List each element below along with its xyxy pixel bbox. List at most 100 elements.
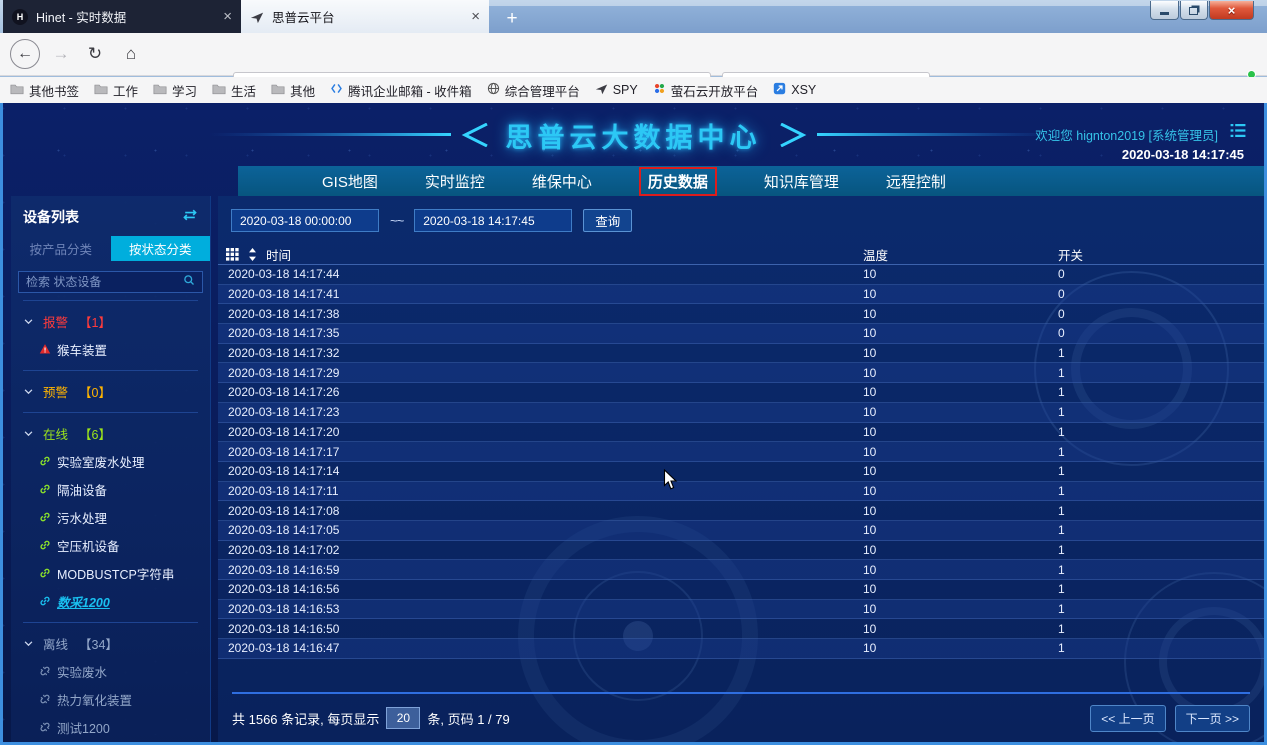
tab-close-icon[interactable]: ×: [223, 8, 232, 25]
bookmarks-bar: 其他书签 工作学习生活 其他腾讯企业邮箱 - 收件箱综合管理平台 SPY 萤石云开放平台…: [0, 77, 1267, 103]
nav-tab-5[interactable]: 知识库管理: [764, 171, 839, 192]
end-datetime-input[interactable]: [414, 209, 572, 232]
device-item[interactable]: 猴车装置: [11, 335, 210, 363]
device-group-header[interactable]: 预警【0】: [11, 378, 210, 405]
table-row[interactable]: 2020-03-18 14:16:50101: [218, 619, 1264, 639]
bookmark-item[interactable]: 其他书签: [10, 81, 79, 100]
table-row[interactable]: 2020-03-18 14:17:35100: [218, 324, 1264, 344]
sidebar-tabs: 按产品分类 按状态分类: [11, 236, 210, 261]
table-row[interactable]: 2020-03-18 14:17:11101: [218, 482, 1264, 502]
nav-tab-3[interactable]: 维保中心: [532, 171, 592, 192]
device-item[interactable]: 空压机设备: [11, 531, 210, 559]
nav-tab-6[interactable]: 远程控制: [886, 171, 946, 192]
home-button[interactable]: ⌂: [118, 41, 144, 67]
table-cell: 1: [1058, 582, 1264, 596]
device-item[interactable]: 实验室废水处理: [11, 447, 210, 475]
nav-tab-2[interactable]: 实时监控: [425, 171, 485, 192]
nav-tab-4[interactable]: 历史数据: [639, 167, 717, 196]
table-row[interactable]: 2020-03-18 14:16:53101: [218, 600, 1264, 620]
table-row[interactable]: 2020-03-18 14:17:17101: [218, 442, 1264, 462]
bookmark-item[interactable]: XSY: [773, 82, 816, 98]
table-cell: 2020-03-18 14:17:05: [218, 523, 863, 537]
table-row[interactable]: 2020-03-18 14:16:59101: [218, 560, 1264, 580]
start-datetime-input[interactable]: [231, 209, 379, 232]
bookmark-item[interactable]: 生活: [212, 81, 256, 100]
next-page-button[interactable]: 下一页 >>: [1175, 705, 1250, 732]
table-cell: 10: [863, 366, 1058, 380]
table-row[interactable]: 2020-03-18 14:17:32101: [218, 344, 1264, 364]
bookmark-item[interactable]: SPY: [595, 82, 638, 98]
bookmark-label: SPY: [613, 83, 638, 97]
browser-tab-active[interactable]: 思普云平台 ×: [241, 0, 489, 33]
back-button[interactable]: ←: [10, 39, 40, 69]
table-row[interactable]: 2020-03-18 14:17:26101: [218, 383, 1264, 403]
nav-tab-1[interactable]: GIS地图: [322, 171, 378, 192]
tab-by-product[interactable]: 按产品分类: [11, 236, 111, 261]
device-label: 猴车装置: [57, 340, 107, 359]
device-search-box[interactable]: [18, 271, 203, 293]
bookmark-item[interactable]: 学习: [153, 81, 197, 100]
device-item[interactable]: 热力氧化装置: [11, 685, 210, 713]
swap-icon[interactable]: [182, 208, 198, 226]
current-datetime: 2020-03-18 14:17:45: [1122, 147, 1244, 162]
device-item[interactable]: 测试200: [11, 741, 210, 745]
table-row[interactable]: 2020-03-18 14:16:56101: [218, 580, 1264, 600]
table-row[interactable]: 2020-03-18 14:17:29101: [218, 363, 1264, 383]
table-row[interactable]: 2020-03-18 14:17:38100: [218, 304, 1264, 324]
column-header-temperature[interactable]: 温度: [863, 245, 1058, 264]
device-item[interactable]: 实验废水: [11, 657, 210, 685]
table-row[interactable]: 2020-03-18 14:17:08101: [218, 501, 1264, 521]
table-row[interactable]: 2020-03-18 14:17:14101: [218, 462, 1264, 482]
list-menu-icon[interactable]: [1230, 124, 1246, 142]
bookmark-label: 其他: [290, 81, 315, 100]
bookmark-item[interactable]: 其他: [271, 81, 315, 100]
tab-close-icon[interactable]: ×: [471, 8, 480, 25]
bookmark-item[interactable]: 综合管理平台: [487, 81, 580, 100]
restore-button[interactable]: [1180, 1, 1208, 20]
column-header-switch[interactable]: 开关: [1058, 245, 1264, 264]
minimize-button[interactable]: [1150, 1, 1179, 20]
device-item[interactable]: 污水处理: [11, 503, 210, 531]
bookmark-label: 工作: [113, 81, 138, 100]
browser-tab-inactive[interactable]: H Hinet - 实时数据 ×: [3, 0, 241, 33]
device-item[interactable]: 数采1200: [11, 587, 210, 615]
table-cell: 0: [1058, 326, 1264, 340]
table-cell: 1: [1058, 464, 1264, 478]
prev-page-button[interactable]: << 上一页: [1090, 705, 1165, 732]
column-header-time[interactable]: 时间: [266, 245, 291, 264]
new-tab-button[interactable]: +: [499, 7, 525, 31]
columns-grid-icon[interactable]: [226, 248, 239, 261]
table-row[interactable]: 2020-03-18 14:17:02101: [218, 541, 1264, 561]
table-row[interactable]: 2020-03-18 14:17:23101: [218, 403, 1264, 423]
page-size-input[interactable]: [386, 707, 420, 729]
sort-icon[interactable]: [248, 248, 257, 261]
bookmark-item[interactable]: 工作: [94, 81, 138, 100]
close-button[interactable]: ×: [1209, 1, 1254, 20]
device-item[interactable]: MODBUSTCP字符串: [11, 559, 210, 587]
device-label: 实验室废水处理: [57, 452, 145, 471]
table-row[interactable]: 2020-03-18 14:17:41100: [218, 285, 1264, 305]
table-row[interactable]: 2020-03-18 14:17:20101: [218, 423, 1264, 443]
reload-button[interactable]: ↻: [82, 41, 108, 67]
device-label: 隔油设备: [57, 480, 107, 499]
title-decoration-right: [779, 123, 1059, 147]
device-group-header[interactable]: 在线【6】: [11, 420, 210, 447]
table-row[interactable]: 2020-03-18 14:16:47101: [218, 639, 1264, 659]
device-search-input[interactable]: [26, 275, 177, 289]
search-icon[interactable]: [183, 273, 195, 291]
bookmark-item[interactable]: 萤石云开放平台: [653, 81, 759, 100]
device-item[interactable]: 隔油设备: [11, 475, 210, 503]
group-label: 报警: [43, 312, 68, 331]
forward-button[interactable]: →: [50, 44, 72, 64]
query-button[interactable]: 查询: [583, 209, 632, 232]
table-row[interactable]: 2020-03-18 14:17:44100: [218, 265, 1264, 285]
record-summary-suffix: 条, 页码 1 / 79: [427, 709, 509, 728]
device-item[interactable]: 测试1200: [11, 713, 210, 741]
table-cell: 1: [1058, 563, 1264, 577]
table-cell: 10: [863, 445, 1058, 459]
tab-by-status[interactable]: 按状态分类: [111, 236, 211, 261]
bookmark-item[interactable]: 腾讯企业邮箱 - 收件箱: [330, 81, 472, 100]
device-group-header[interactable]: 报警【1】: [11, 308, 210, 335]
device-group-header[interactable]: 离线【34】: [11, 630, 210, 657]
table-row[interactable]: 2020-03-18 14:17:05101: [218, 521, 1264, 541]
